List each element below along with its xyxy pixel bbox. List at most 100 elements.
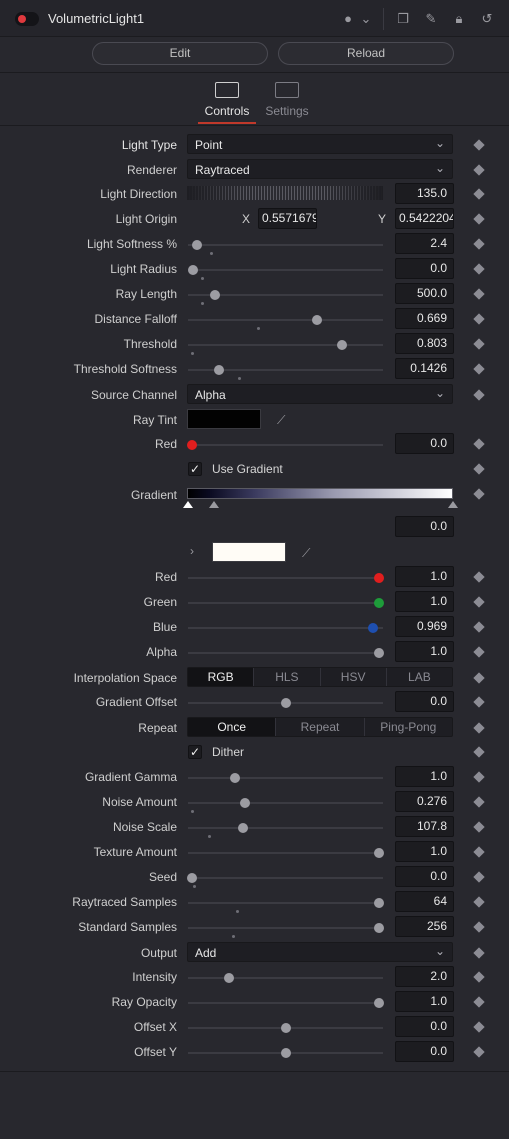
chevron-down-icon[interactable]: ⌄ [358, 11, 374, 27]
intensity-slider-thumb[interactable] [223, 973, 234, 983]
repeat-option-repeat[interactable]: Repeat [276, 718, 365, 736]
threshold-slider-track[interactable] [188, 340, 383, 355]
threshold-softness-slider-track[interactable] [188, 365, 383, 380]
keyframe-icon[interactable] [473, 438, 485, 450]
keyframe-icon[interactable] [473, 363, 485, 375]
tab-controls[interactable]: Controls [198, 80, 256, 124]
distance-falloff-field[interactable]: 0.669 [395, 308, 454, 329]
keyframe-icon[interactable] [473, 188, 485, 200]
gradient-stop-position-field[interactable]: 0.0 [395, 516, 454, 537]
pin-icon[interactable]: ✎ [423, 11, 439, 27]
repeat-option-once[interactable]: Once [188, 718, 277, 736]
gradient-stop-mid[interactable] [209, 501, 219, 508]
eyedropper-icon[interactable]: ⟋ [302, 546, 316, 560]
stop-color-swatch[interactable] [212, 542, 286, 562]
intensity-slider-track[interactable] [188, 973, 383, 983]
grad-blue-slider-track[interactable] [188, 623, 383, 633]
keyframe-icon[interactable] [473, 771, 485, 783]
offset-x-field[interactable]: 0.0 [395, 1016, 454, 1037]
dither-checkbox[interactable]: ✓ [188, 745, 202, 759]
keyframe-icon[interactable] [473, 238, 485, 250]
light-origin-x-field[interactable]: 0.5571679 [258, 208, 317, 229]
keyframe-icon[interactable] [473, 871, 485, 883]
gradient-offset-slider-track[interactable] [188, 698, 383, 708]
noise-scale-slider-thumb[interactable] [237, 823, 248, 833]
use-gradient-checkbox[interactable]: ✓ [188, 462, 202, 476]
noise-scale-field[interactable]: 107.8 [395, 816, 454, 837]
gradient-bar[interactable] [187, 488, 453, 499]
gradient-stop-end[interactable] [448, 501, 458, 508]
keyframe-icon[interactable] [473, 746, 485, 758]
versions-icon[interactable]: ❐ [395, 11, 411, 27]
red-slider-track[interactable] [186, 440, 383, 450]
tab-settings[interactable]: Settings [262, 80, 312, 124]
gradient-gamma-field[interactable]: 1.0 [395, 766, 454, 787]
keyframe-icon[interactable] [473, 722, 485, 734]
version-dot-icon[interactable]: ● [340, 11, 356, 27]
raytraced-samples-slider-track[interactable] [188, 898, 385, 913]
light-radius-slider-thumb[interactable] [187, 265, 198, 275]
raytraced-samples-slider-thumb[interactable] [374, 898, 385, 908]
keyframe-icon[interactable] [473, 696, 485, 708]
raytraced-samples-field[interactable]: 64 [395, 891, 454, 912]
keyframe-icon[interactable] [473, 921, 485, 933]
output-dropdown[interactable]: Add ⌄ [187, 942, 453, 962]
distance-falloff-slider-track[interactable] [188, 315, 383, 330]
repeat-option-ping-pong[interactable]: Ping-Pong [365, 718, 452, 736]
ray-tint-swatch[interactable] [187, 409, 261, 429]
light-radius-slider-track[interactable] [187, 265, 383, 280]
interp-option-hsv[interactable]: HSV [321, 668, 387, 686]
red-slider-thumb[interactable] [186, 440, 197, 450]
keyframe-icon[interactable] [473, 971, 485, 983]
tool-enable-toggle[interactable] [15, 12, 39, 26]
grad-red-field[interactable]: 1.0 [395, 566, 454, 587]
gradient-gamma-slider-thumb[interactable] [229, 773, 240, 783]
interp-option-hls[interactable]: HLS [254, 668, 321, 686]
light-direction-field[interactable]: 135.0 [395, 183, 454, 204]
offset-y-slider-track[interactable] [188, 1048, 383, 1058]
seed-slider-track[interactable] [186, 873, 383, 888]
keyframe-icon[interactable] [473, 213, 485, 225]
reload-button[interactable]: Reload [278, 42, 454, 65]
seed-field[interactable]: 0.0 [395, 866, 454, 887]
keyframe-icon[interactable] [473, 488, 485, 500]
threshold-softness-field[interactable]: 0.1426 [395, 358, 454, 379]
reset-icon[interactable]: ↺ [479, 11, 495, 27]
edit-button[interactable]: Edit [92, 42, 268, 65]
offset-y-field[interactable]: 0.0 [395, 1041, 454, 1062]
standard-samples-slider-thumb[interactable] [374, 923, 385, 933]
grad-red-slider-track[interactable] [188, 573, 385, 583]
keyframe-icon[interactable] [473, 571, 485, 583]
noise-amount-field[interactable]: 0.276 [395, 791, 454, 812]
light-type-dropdown[interactable]: Point ⌄ [187, 134, 453, 154]
gradient-stop-start[interactable] [183, 501, 193, 508]
ray-opacity-slider-thumb[interactable] [374, 998, 385, 1008]
keyframe-icon[interactable] [473, 263, 485, 275]
seed-slider-thumb[interactable] [186, 873, 197, 883]
threshold-softness-slider-thumb[interactable] [214, 365, 225, 375]
grad-green-slider-track[interactable] [188, 598, 385, 608]
light-direction-thumbwheel[interactable] [187, 186, 383, 200]
threshold-slider-thumb[interactable] [337, 340, 348, 350]
grad-blue-field[interactable]: 0.969 [395, 616, 454, 637]
noise-scale-slider-track[interactable] [188, 823, 383, 838]
gradient-gamma-slider-track[interactable] [188, 773, 383, 783]
keyframe-icon[interactable] [473, 896, 485, 908]
keyframe-icon[interactable] [473, 389, 485, 401]
offset-x-slider-track[interactable] [188, 1023, 383, 1033]
keyframe-icon[interactable] [473, 646, 485, 658]
intensity-field[interactable]: 2.0 [395, 966, 454, 987]
grad-blue-slider-thumb[interactable] [368, 623, 379, 633]
ray-length-slider-thumb[interactable] [210, 290, 221, 300]
noise-amount-slider-track[interactable] [188, 798, 383, 813]
grad-alpha-field[interactable]: 1.0 [395, 641, 454, 662]
interp-option-rgb[interactable]: RGB [188, 668, 255, 686]
light-softness-field[interactable]: 2.4 [395, 233, 454, 254]
ray-length-field[interactable]: 500.0 [395, 283, 454, 304]
distance-falloff-slider-thumb[interactable] [311, 315, 322, 325]
texture-amount-slider-thumb[interactable] [374, 848, 385, 858]
interp-option-lab[interactable]: LAB [387, 668, 452, 686]
keyframe-icon[interactable] [473, 796, 485, 808]
light-radius-field[interactable]: 0.0 [395, 258, 454, 279]
light-softness-slider-track[interactable] [188, 240, 383, 255]
